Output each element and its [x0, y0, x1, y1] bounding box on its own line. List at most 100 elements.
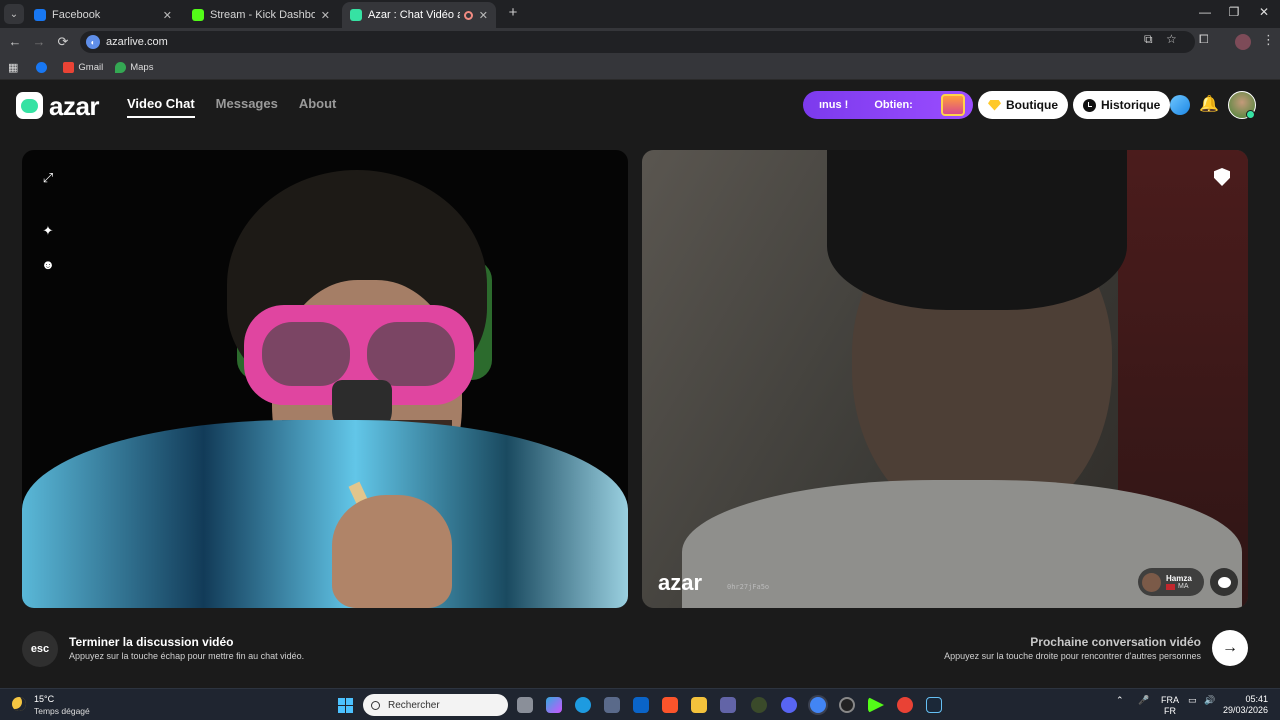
weather-description: Temps dégagé: [34, 706, 90, 716]
media-player-icon[interactable]: [868, 697, 884, 713]
bookmark-facebook[interactable]: [36, 62, 51, 73]
nav-about[interactable]: About: [299, 96, 337, 118]
file-explorer-icon[interactable]: [691, 697, 707, 713]
microphone-icon[interactable]: 🎤: [1138, 695, 1149, 706]
logo-text: azar: [49, 90, 100, 121]
install-app-icon[interactable]: ⧉: [1144, 32, 1153, 47]
online-status-dot: [1246, 110, 1255, 119]
tab-title: Facebook: [52, 9, 101, 21]
store-icon[interactable]: [604, 697, 620, 713]
chrome-icon[interactable]: [810, 697, 826, 713]
tab-azar[interactable]: Azar : Chat Vidéo avec de n ✕: [342, 2, 496, 28]
close-icon[interactable]: ✕: [479, 9, 488, 22]
browser-profile-avatar[interactable]: [1235, 34, 1251, 50]
tab-kick-dashboard[interactable]: Stream - Kick Dashboard ✕: [184, 2, 338, 28]
minimize-button[interactable]: —: [1195, 5, 1215, 19]
treasure-chest-icon: [941, 94, 965, 116]
azar-logo[interactable]: azar: [16, 90, 100, 121]
back-arrow-icon[interactable]: ←: [7, 34, 23, 50]
promo-text-right: Obtien:: [874, 99, 913, 111]
brave-icon[interactable]: [662, 697, 678, 713]
facebook-icon: [34, 9, 46, 21]
site-info-icon[interactable]: ◐: [86, 35, 100, 49]
next-chat-button[interactable]: →: [1212, 630, 1248, 666]
bookmark-maps[interactable]: Maps: [115, 62, 153, 73]
promo-banner[interactable]: ınus ! Obtien:: [803, 91, 973, 119]
peer-id: 0hr27jFa5o: [727, 583, 770, 591]
show-hidden-icons[interactable]: ⌃: [1116, 695, 1124, 706]
steam-icon[interactable]: [926, 697, 942, 713]
app-icon[interactable]: [751, 697, 767, 713]
windows-start-icon[interactable]: [338, 698, 353, 713]
moon-weather-icon[interactable]: [12, 697, 26, 711]
chrome-profile-icon[interactable]: [897, 697, 913, 713]
peer-avatar: [1142, 572, 1161, 592]
browser-toolbar: ← → ⟳ ◐ azarlive.com ⧉ ☆ ⧠ ⋮: [0, 28, 1280, 56]
shop-button[interactable]: Boutique: [978, 91, 1068, 119]
tab-facebook[interactable]: Facebook ✕: [26, 2, 180, 28]
gmail-icon: [63, 62, 75, 73]
facebook-icon: [36, 62, 48, 73]
copilot-icon[interactable]: [546, 697, 562, 713]
task-view-icon[interactable]: [517, 697, 533, 713]
forward-arrow-icon[interactable]: →: [31, 34, 47, 50]
network-icon[interactable]: ▭: [1188, 695, 1197, 706]
reload-icon[interactable]: ⟳: [55, 34, 71, 50]
shop-label: Boutique: [1006, 98, 1058, 112]
mask-lens-right: [367, 322, 455, 386]
bookmark-star-icon[interactable]: ☆: [1166, 32, 1177, 46]
history-button[interactable]: Historique: [1073, 91, 1171, 119]
end-chat-hint: Appuyez sur la touche échap pour mettre …: [69, 651, 305, 661]
azar-icon: [350, 9, 362, 21]
bell-icon[interactable]: 🔔: [1199, 95, 1219, 115]
self-hoodie: [22, 420, 628, 608]
end-chat-button[interactable]: esc: [22, 631, 58, 667]
azar-watermark: azar: [658, 570, 703, 595]
address-bar[interactable]: ◐ azarlive.com: [80, 31, 1195, 53]
bookmark-label: Maps: [130, 62, 154, 73]
magic-wand-icon[interactable]: ✦: [40, 223, 56, 239]
maps-icon: [115, 62, 127, 73]
teams-icon[interactable]: [720, 697, 736, 713]
keyboard-layout: FR: [1164, 706, 1176, 716]
browser-menu-icon[interactable]: ⋮: [1262, 32, 1275, 48]
azar-logo-icon: [16, 92, 43, 119]
peer-country: MA: [1166, 583, 1192, 590]
windows-taskbar: 15°C Temps dégagé Rechercher ⌃ 🎤 FRA FR …: [0, 688, 1280, 720]
expand-icon[interactable]: ⤢: [40, 170, 56, 186]
morocco-flag-icon: [1166, 583, 1175, 590]
new-tab-button[interactable]: +: [505, 5, 521, 21]
obs-icon[interactable]: [839, 697, 855, 713]
maximize-button[interactable]: ❐: [1224, 5, 1244, 19]
outlook-icon[interactable]: [633, 697, 649, 713]
clock-time: 05:41: [1245, 694, 1268, 704]
close-icon[interactable]: ✕: [163, 9, 172, 22]
bookmark-gmail[interactable]: Gmail: [63, 62, 103, 73]
face-filter-icon[interactable]: ☻: [40, 257, 56, 273]
edge-icon[interactable]: [575, 697, 591, 713]
peer-country-code: MA: [1178, 583, 1189, 590]
search-icon: [371, 700, 380, 710]
language-indicator[interactable]: FRA FR: [1161, 695, 1179, 717]
nav-messages[interactable]: Messages: [216, 96, 278, 118]
peer-video: azar 0hr27jFa5o Hamza MA: [642, 150, 1248, 608]
chat-bubble-button[interactable]: [1210, 568, 1238, 596]
close-icon[interactable]: ✕: [321, 9, 330, 22]
peer-name: Hamza: [1166, 574, 1192, 583]
temperature: 15°C: [34, 694, 55, 704]
peer-profile-card[interactable]: Hamza MA: [1138, 568, 1204, 596]
extensions-icon[interactable]: ⧠: [1199, 32, 1209, 47]
search-placeholder: Rechercher: [388, 699, 440, 711]
close-window-button[interactable]: ✕: [1254, 5, 1274, 19]
apps-grid-icon[interactable]: ▦: [8, 61, 18, 74]
self-hand: [332, 495, 452, 608]
tab-search-button[interactable]: ⌄: [4, 4, 24, 24]
recording-icon: [463, 10, 473, 20]
azar-page: azar Video Chat Messages About ınus ! Ob…: [0, 81, 1280, 688]
nav-video-chat[interactable]: Video Chat: [127, 96, 195, 118]
volume-icon[interactable]: 🔊: [1204, 695, 1215, 706]
system-clock[interactable]: 05:41 29/03/2026: [1223, 694, 1268, 716]
discord-icon[interactable]: [781, 697, 797, 713]
coin-icon[interactable]: [1170, 95, 1190, 115]
taskbar-search[interactable]: Rechercher: [363, 694, 508, 716]
